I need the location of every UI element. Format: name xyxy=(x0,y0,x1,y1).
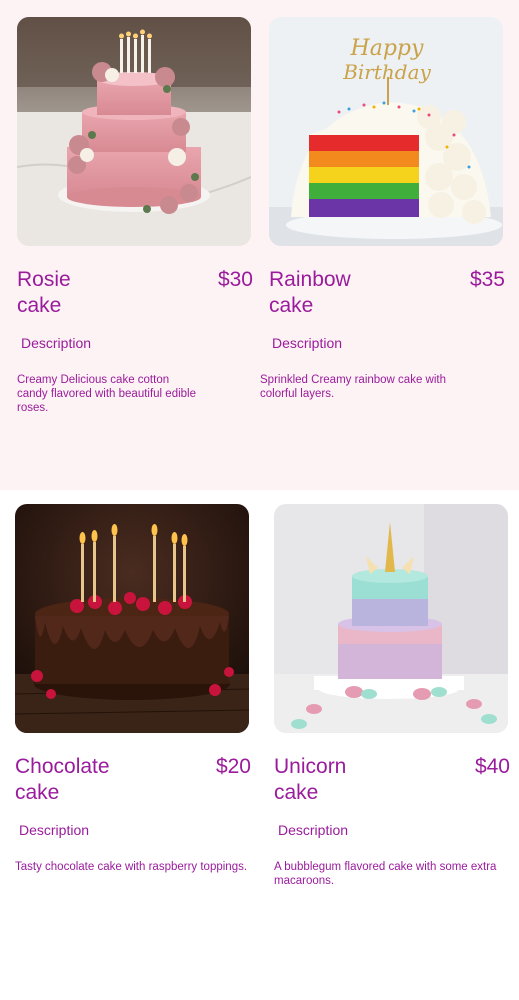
product-description: Creamy Delicious cake cotton candy flavo… xyxy=(17,374,197,414)
product-price: $35 xyxy=(469,268,505,291)
product-name: Unicorn cake xyxy=(274,755,347,804)
description-label: Description xyxy=(272,335,343,351)
svg-text:Birthday: Birthday xyxy=(342,60,431,84)
product-name: Chocolate cake xyxy=(15,755,110,804)
description-label: Description xyxy=(21,335,92,351)
svg-text:Happy: Happy xyxy=(350,36,424,61)
rainbow-cake-image[interactable]: Happy Birthday xyxy=(269,17,503,246)
product-name: Rosie cake xyxy=(17,268,71,317)
product-price: $40 xyxy=(474,755,510,778)
product-name: Rainbow cake xyxy=(269,268,351,317)
unicorn-cake-image[interactable] xyxy=(274,504,508,733)
description-label: Description xyxy=(278,822,349,838)
chocolate-cake-image[interactable] xyxy=(15,504,249,733)
product-description: Sprinkled Creamy rainbow cake with color… xyxy=(260,374,446,400)
product-row-top: Rosie cake $30 Description Creamy Delici… xyxy=(0,0,519,490)
product-description: A bubblegum flavored cake with some extr… xyxy=(274,861,497,887)
description-label: Description xyxy=(19,822,90,838)
rosie-cake-image[interactable] xyxy=(17,17,251,246)
product-description: Tasty chocolate cake with raspberry topp… xyxy=(15,861,248,873)
product-price: $30 xyxy=(217,268,253,291)
product-grid-screen: Rosie cake $30 Description Creamy Delici… xyxy=(0,0,519,1000)
product-price: $20 xyxy=(215,755,251,778)
